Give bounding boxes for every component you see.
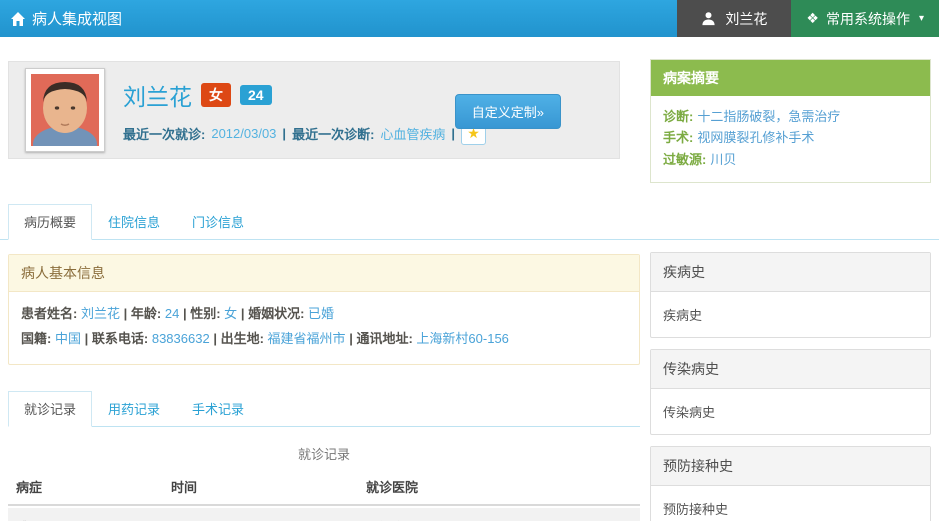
user-name: 刘兰花 [725,10,768,27]
table-row[interactable]: 感冒 23/11/2013 厦门附一 [8,507,640,521]
record-tabs: 就诊记录 用药记录 手术记录 [8,390,640,427]
separator: | [451,126,456,141]
header-time: 时间 [163,469,358,506]
marital-label: 婚姻状况: [248,306,305,322]
last-visit-label: 最近一次就诊: [123,127,206,142]
age-label: 年龄: [130,306,162,322]
allergen-label: 过敏源: [663,151,707,167]
birthplace-value: 福建省福州市 [267,331,346,346]
top-nav-bar: 病人集成视图 刘兰花 ❖ 常用系统操作 ▾ [0,0,939,37]
separator: | [282,126,287,141]
gender-badge: 女 [201,82,231,107]
visits-table: 病症 时间 就诊医院 感冒 23/11/2013 厦门附一 破伤风 10/11/… [8,467,640,521]
tab-inpatient-info[interactable]: 住院信息 [92,204,176,240]
last-diagnosis-value: 心血管疾病 [380,127,446,142]
main-tabs: 病历概要 住院信息 门诊信息 [0,204,939,241]
system-ops-dropdown[interactable]: ❖ 常用系统操作 ▾ [791,0,939,37]
age-badge: 24 [240,84,272,105]
gender-value: 女 [224,306,238,322]
patient-photo-image [31,74,99,146]
summary-allergen: 过敏源: 川贝 [663,149,918,170]
last-diagnosis-label: 最近一次诊断: [292,127,375,142]
header-symptom: 病症 [8,469,163,506]
nationality-value: 中国 [54,331,81,346]
header-hospital: 就诊医院 [358,469,640,506]
basic-info-body: 患者姓名: 刘兰花 | 年龄: 24 | 性别: 女 | 婚姻状况: 已婚 国籍… [9,292,639,363]
case-summary-body: 诊断: 十二指肠破裂，急需治疗 手术: 视网膜裂孔修补手术 过敏源: 川贝 [651,96,930,182]
customize-button[interactable]: 自定义定制» [454,94,561,129]
patient-photo [25,68,105,152]
app-title: 病人集成视图 [0,0,122,37]
basic-info-title: 病人基本信息 [9,255,639,293]
ops-label: 常用系统操作 [825,10,910,27]
patient-card: 刘兰花 女 24 最近一次就诊: 2012/03/03 | 最近一次诊断: 心血… [8,61,620,159]
tab-outpatient-info[interactable]: 门诊信息 [176,204,260,240]
user-menu[interactable]: 刘兰花 [677,0,792,37]
panel-title: 疾病史 [651,253,930,293]
home-icon[interactable] [10,11,26,27]
panel-title: 预防接种史 [651,447,930,487]
cell-symptom: 感冒 [8,507,163,521]
panel-disease-history: 疾病史 疾病史 [650,252,931,339]
surgery-label: 手术: [663,130,694,146]
nationality-label: 国籍: [21,331,52,346]
last-visit-line: 最近一次就诊: 2012/03/03 | 最近一次诊断: 心血管疾病 | ★ [123,122,487,145]
main-column: 病人基本信息 患者姓名: 刘兰花 | 年龄: 24 | 性别: 女 | 婚姻状况… [8,240,640,521]
panel-vaccination-history: 预防接种史 预防接种史 [650,446,931,521]
gender-label: 性别: [190,306,221,322]
summary-diagnosis: 诊断: 十二指肠破裂，急需治疗 [663,106,918,127]
tab-medication-records[interactable]: 用药记录 [92,391,176,427]
separator: | [240,306,245,322]
name-label: 患者姓名: [21,306,78,322]
basic-info-panel: 病人基本信息 患者姓名: 刘兰花 | 年龄: 24 | 性别: 女 | 婚姻状况… [8,254,640,365]
surgery-value[interactable]: 视网膜裂孔修补手术 [697,130,814,145]
separator: | [182,306,187,322]
panel-infectious-history: 传染病史 传染病史 [650,349,931,436]
marital-value: 已婚 [308,306,335,322]
diagnosis-value[interactable]: 十二指肠破裂，急需治疗 [697,109,840,124]
address-label: 通讯地址: [356,331,413,346]
panel-body[interactable]: 预防接种史 [651,486,930,521]
separator: | [84,331,89,346]
panel-body[interactable]: 疾病史 [651,292,930,337]
last-visit-value: 2012/03/03 [211,126,277,141]
tab-medical-record-overview[interactable]: 病历概要 [8,204,93,241]
case-summary-title: 病案摘要 [651,60,930,96]
allergen-value[interactable]: 川贝 [710,152,736,167]
ops-icon: ❖ [806,10,819,26]
age-value: 24 [164,306,180,322]
user-icon [702,12,715,26]
address-value: 上海新村60-156 [416,331,509,346]
summary-surgery: 手术: 视网膜裂孔修补手术 [663,127,918,148]
basic-info-row-2: 国籍: 中国 | 联系电话: 83836632 | 出生地: 福建省福州市 | … [21,327,627,352]
visits-table-header-row: 病症 时间 就诊医院 [8,469,640,506]
tab-visit-records[interactable]: 就诊记录 [8,390,93,427]
patient-name: 刘兰花 [123,83,192,110]
tab-surgery-records[interactable]: 手术记录 [176,391,260,427]
basic-info-row-1: 患者姓名: 刘兰花 | 年龄: 24 | 性别: 女 | 婚姻状况: 已婚 [21,302,627,327]
history-sidebar: 疾病史 疾病史 传染病史 传染病史 预防接种史 预防接种史 手术史 手术史 [650,252,931,521]
name-value: 刘兰花 [80,306,120,322]
phone-label: 联系电话: [91,331,149,346]
separator: | [123,306,128,322]
diagnosis-label: 诊断: [663,109,694,124]
patient-name-line: 刘兰花 女 24 [123,78,486,112]
patient-meta: 刘兰花 女 24 最近一次就诊: 2012/03/03 | 最近一次诊断: 心血… [123,76,487,145]
phone-value: 83836632 [151,331,210,346]
content-columns: 病人基本信息 患者姓名: 刘兰花 | 年龄: 24 | 性别: 女 | 婚姻状况… [0,240,939,521]
visits-table-caption: 就诊记录 [297,446,350,462]
panel-body[interactable]: 传染病史 [651,389,930,434]
birthplace-label: 出生地: [220,331,264,346]
app-title-text: 病人集成视图 [32,11,123,28]
cell-time: 23/11/2013 [163,507,358,521]
case-summary-panel: 病案摘要 诊断: 十二指肠破裂，急需治疗 手术: 视网膜裂孔修补手术 过敏源: 川贝 [650,59,931,184]
cell-hospital: 厦门附一 [358,507,640,521]
separator: | [349,331,353,346]
hero-row: 刘兰花 女 24 最近一次就诊: 2012/03/03 | 最近一次诊断: 心血… [0,37,939,184]
caret-down-icon: ▾ [918,13,924,24]
separator: | [213,331,217,346]
panel-title: 传染病史 [651,350,930,390]
